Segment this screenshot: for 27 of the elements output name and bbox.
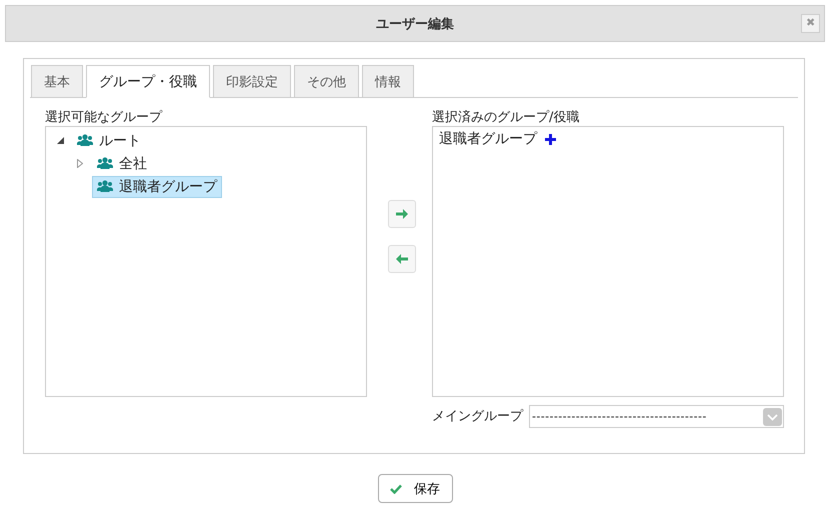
available-groups-label: 選択可能なグループ xyxy=(45,110,164,126)
collapsed-triangle-icon[interactable] xyxy=(77,159,83,168)
main-group-label: メイングループ xyxy=(432,408,523,424)
group-icon xyxy=(97,180,113,193)
selected-groups-label: 選択済みのグループ/役職 xyxy=(432,110,580,126)
add-button[interactable] xyxy=(388,200,416,228)
main-group-select[interactable]: ---------------------------------------- xyxy=(529,405,784,428)
tab[interactable]: その他 xyxy=(294,65,359,97)
tab[interactable]: 基本 xyxy=(31,65,83,97)
tab[interactable]: 印影設定 xyxy=(213,65,291,97)
tab[interactable]: グループ・役職 xyxy=(86,65,210,98)
left-arrow-icon xyxy=(395,252,409,266)
tree-node[interactable]: 退職者グループ xyxy=(92,176,222,198)
group-icon xyxy=(77,134,93,147)
dropdown-chevron-icon xyxy=(763,408,782,426)
expanded-triangle-icon[interactable] xyxy=(56,137,64,144)
window-title: ユーザー編集 xyxy=(376,16,454,32)
group-icon xyxy=(97,157,113,170)
save-button[interactable]: 保存 xyxy=(378,474,452,503)
tree-node[interactable]: 全社 xyxy=(92,152,152,174)
plus-icon[interactable] xyxy=(545,134,556,144)
right-arrow-icon xyxy=(395,207,409,221)
list-item[interactable]: 退職者グループ xyxy=(439,130,537,148)
tab[interactable]: 情報 xyxy=(362,65,414,97)
tree-node[interactable]: ルート xyxy=(72,130,146,152)
remove-button[interactable] xyxy=(388,245,416,273)
checkmark-icon xyxy=(390,484,402,494)
